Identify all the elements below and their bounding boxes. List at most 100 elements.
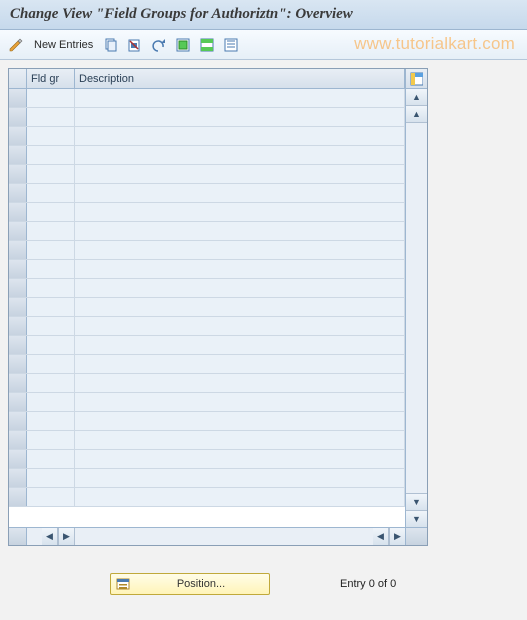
column-header-description[interactable]: Description [75, 69, 405, 88]
entry-counter: Entry 0 of 0 [340, 578, 396, 590]
cell-description[interactable] [75, 222, 405, 240]
select-block-icon [199, 37, 215, 53]
scroll-up-button-2[interactable]: ▲ [406, 106, 427, 123]
row-selector[interactable] [9, 279, 27, 297]
cell-fldgr[interactable] [27, 279, 75, 297]
cell-description[interactable] [75, 241, 405, 259]
cell-description[interactable] [75, 184, 405, 202]
row-selector[interactable] [9, 336, 27, 354]
table-row [9, 317, 405, 336]
cell-description[interactable] [75, 374, 405, 392]
row-selector[interactable] [9, 260, 27, 278]
cell-fldgr[interactable] [27, 412, 75, 430]
row-selector[interactable] [9, 393, 27, 411]
cell-fldgr[interactable] [27, 374, 75, 392]
row-selector[interactable] [9, 108, 27, 126]
cell-fldgr[interactable] [27, 355, 75, 373]
undo-button[interactable] [149, 35, 169, 55]
hscroll-left-main[interactable]: ◀ [373, 528, 389, 545]
cell-description[interactable] [75, 393, 405, 411]
hscroll-left-fixed[interactable]: ◀ [42, 528, 58, 545]
hscroll-corner-right [405, 528, 427, 545]
cell-description[interactable] [75, 260, 405, 278]
cell-fldgr[interactable] [27, 108, 75, 126]
cell-description[interactable] [75, 355, 405, 373]
row-selector[interactable] [9, 317, 27, 335]
cell-fldgr[interactable] [27, 184, 75, 202]
cell-description[interactable] [75, 412, 405, 430]
cell-description[interactable] [75, 298, 405, 316]
cell-description[interactable] [75, 89, 405, 107]
row-selector[interactable] [9, 450, 27, 468]
cell-fldgr[interactable] [27, 431, 75, 449]
cell-fldgr[interactable] [27, 298, 75, 316]
cell-fldgr[interactable] [27, 203, 75, 221]
cell-description[interactable] [75, 431, 405, 449]
cell-description[interactable] [75, 488, 405, 506]
scroll-down-button[interactable]: ▼ [406, 510, 427, 527]
toggle-edit-button[interactable] [6, 35, 26, 55]
cell-description[interactable] [75, 450, 405, 468]
row-selector[interactable] [9, 488, 27, 506]
cell-description[interactable] [75, 279, 405, 297]
position-icon [115, 577, 131, 591]
cell-fldgr[interactable] [27, 393, 75, 411]
cell-description[interactable] [75, 108, 405, 126]
table-row [9, 488, 405, 507]
cell-fldgr[interactable] [27, 89, 75, 107]
cell-fldgr[interactable] [27, 450, 75, 468]
cell-fldgr[interactable] [27, 241, 75, 259]
copy-as-button[interactable] [101, 35, 121, 55]
row-selector[interactable] [9, 203, 27, 221]
row-selector[interactable] [9, 412, 27, 430]
cell-description[interactable] [75, 203, 405, 221]
configure-columns-button[interactable] [405, 69, 427, 88]
hscroll-track-fixed[interactable] [27, 528, 42, 545]
row-selector[interactable] [9, 469, 27, 487]
cell-fldgr[interactable] [27, 127, 75, 145]
cell-description[interactable] [75, 336, 405, 354]
delete-icon [127, 37, 143, 53]
cell-description[interactable] [75, 127, 405, 145]
cell-description[interactable] [75, 469, 405, 487]
row-selector[interactable] [9, 146, 27, 164]
cell-fldgr[interactable] [27, 317, 75, 335]
position-button[interactable]: Position... [110, 573, 270, 595]
select-all-button[interactable] [173, 35, 193, 55]
row-selector[interactable] [9, 222, 27, 240]
vscroll-track[interactable] [406, 123, 427, 493]
cell-fldgr[interactable] [27, 260, 75, 278]
hscroll-right-fixed[interactable]: ▶ [58, 528, 74, 545]
delete-button[interactable] [125, 35, 145, 55]
row-selector[interactable] [9, 184, 27, 202]
vertical-scrollbar[interactable]: ▲ ▲ ▼ ▼ [405, 89, 427, 527]
cell-description[interactable] [75, 165, 405, 183]
hscroll-right-main[interactable]: ▶ [389, 528, 405, 545]
scroll-up-button[interactable]: ▲ [406, 89, 427, 106]
scroll-down-button-2[interactable]: ▼ [406, 493, 427, 510]
row-selector[interactable] [9, 89, 27, 107]
cell-fldgr[interactable] [27, 336, 75, 354]
table-row [9, 108, 405, 127]
deselect-all-button[interactable] [221, 35, 241, 55]
row-selector[interactable] [9, 165, 27, 183]
cell-fldgr[interactable] [27, 165, 75, 183]
select-block-button[interactable] [197, 35, 217, 55]
cell-description[interactable] [75, 317, 405, 335]
cell-fldgr[interactable] [27, 469, 75, 487]
row-selector[interactable] [9, 431, 27, 449]
column-header-fldgr[interactable]: Fld gr [27, 69, 75, 88]
cell-fldgr[interactable] [27, 146, 75, 164]
row-selector[interactable] [9, 298, 27, 316]
cell-fldgr[interactable] [27, 222, 75, 240]
row-selector[interactable] [9, 241, 27, 259]
row-selector[interactable] [9, 374, 27, 392]
row-selector-header[interactable] [9, 69, 27, 88]
row-selector[interactable] [9, 355, 27, 373]
new-entries-button[interactable]: New Entries [30, 35, 97, 55]
cell-description[interactable] [75, 146, 405, 164]
row-selector[interactable] [9, 127, 27, 145]
hscroll-track-main[interactable] [75, 528, 373, 545]
horizontal-scrollbar[interactable]: ◀ ▶ ◀ ▶ [9, 527, 427, 545]
cell-fldgr[interactable] [27, 488, 75, 506]
